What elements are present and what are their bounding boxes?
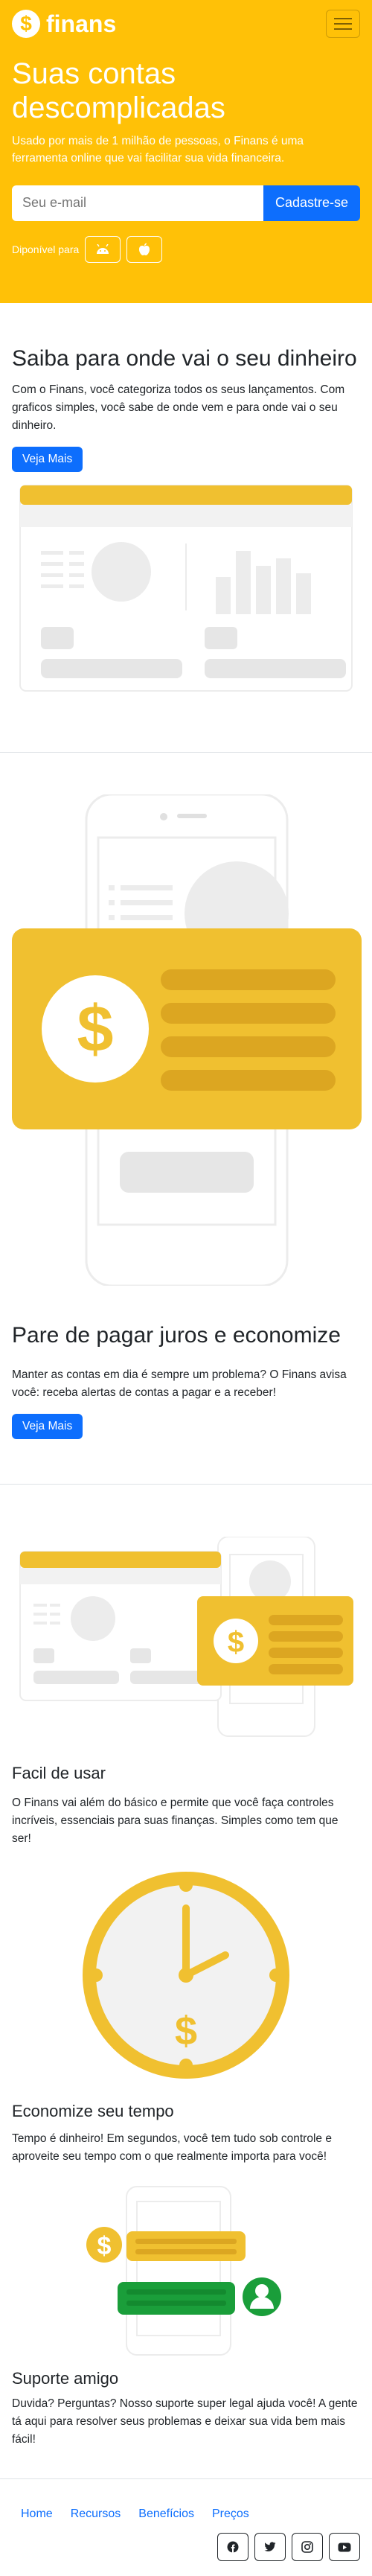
see-more-button[interactable]: Veja Mais: [12, 1413, 83, 1439]
hamburger-icon-line: [334, 28, 352, 30]
footer-link-precos[interactable]: Preços: [203, 2502, 258, 2527]
clock-illustration: $: [83, 1872, 289, 2079]
signup-form: Cadastre-se: [12, 185, 360, 221]
footer-link-recursos[interactable]: Recursos: [62, 2502, 130, 2527]
hamburger-icon: [334, 18, 352, 19]
see-more-button[interactable]: Veja Mais: [12, 447, 83, 473]
feature-title: Facil de usar: [12, 1763, 106, 1782]
svg-text:$: $: [97, 2232, 112, 2260]
footer-nav: Home Recursos Benefícios Preços: [12, 2502, 360, 2527]
footer: Home Recursos Benefícios Preços: [0, 2478, 372, 2576]
available-platforms: Diponível para: [12, 235, 360, 263]
hero-section: $ finans Suas contas descomplicadas Usad…: [0, 0, 372, 303]
menu-toggle-button[interactable]: [326, 10, 360, 38]
hamburger-icon-line: [334, 23, 352, 25]
social-links: [12, 2533, 360, 2562]
desktop-phone-illustration: $: [19, 1536, 353, 1737]
apple-store-button[interactable]: [126, 235, 163, 263]
feature-support: $ Suporte amigo Duvida? Perguntas? Nosso…: [0, 2166, 372, 2449]
feature-time: $ Economize seu tempo Tempo é dinheiro! …: [0, 1848, 372, 2166]
dashboard-illustration: [19, 485, 353, 692]
feature-text: Tempo é dinheiro! Em segundos, você tem …: [12, 2132, 332, 2163]
footer-link-beneficios[interactable]: Benefícios: [129, 2502, 203, 2527]
feature-title: Saiba para onde vai o seu dinheiro: [12, 345, 357, 371]
feature-easy: $ Facil de usar O Finans vai além do bás…: [0, 1485, 372, 1849]
twitter-button[interactable]: [254, 2533, 286, 2562]
navbar: $ finans: [12, 7, 360, 40]
twitter-icon: [264, 2542, 276, 2552]
feature-text: Manter as contas em dia é sempre um prob…: [12, 1368, 347, 1399]
youtube-button[interactable]: [329, 2533, 360, 2562]
footer-link-home[interactable]: Home: [12, 2502, 62, 2527]
feature-text: Duvida? Perguntas? Nosso suporte super l…: [12, 2397, 358, 2446]
hero-lead: Usado por mais de 1 milhão de pessoas, o…: [12, 135, 304, 165]
brand-name: finans: [46, 10, 117, 37]
facebook-button[interactable]: [217, 2533, 248, 2562]
feature-title: Suporte amigo: [12, 2368, 119, 2388]
feature-title: Economize seu tempo: [12, 2102, 174, 2121]
feature-categorize: Saiba para onde vai o seu dinheiro Com o…: [0, 303, 372, 753]
android-store-button[interactable]: [85, 235, 121, 263]
signup-button[interactable]: Cadastre-se: [263, 185, 360, 221]
feature-text: Com o Finans, você categoriza todos os s…: [12, 383, 345, 433]
svg-text:$: $: [228, 1626, 244, 1659]
phone-alert-illustration: $: [12, 794, 362, 1287]
hero-title: Suas contas descomplicadas: [12, 57, 225, 124]
chat-support-illustration: $: [86, 2185, 281, 2356]
apple-icon: [139, 243, 150, 255]
android-icon: [97, 243, 109, 254]
instagram-icon: [301, 2541, 313, 2554]
youtube-icon: [338, 2542, 351, 2552]
feature-text: O Finans vai além do básico e permite qu…: [12, 1796, 339, 1846]
feature-alerts: $ Pare de pagar juros e economize Manter…: [0, 753, 372, 1484]
available-label: Diponível para: [12, 243, 80, 255]
brand[interactable]: $ finans: [12, 10, 116, 38]
dollar-logo-icon: $: [12, 10, 40, 38]
facebook-icon: [227, 2541, 239, 2553]
instagram-button[interactable]: [292, 2533, 323, 2562]
svg-text:$: $: [175, 2009, 197, 2053]
svg-text:$: $: [77, 992, 114, 1065]
email-input[interactable]: [12, 185, 263, 221]
feature-title: Pare de pagar juros e economize: [12, 1323, 341, 1348]
